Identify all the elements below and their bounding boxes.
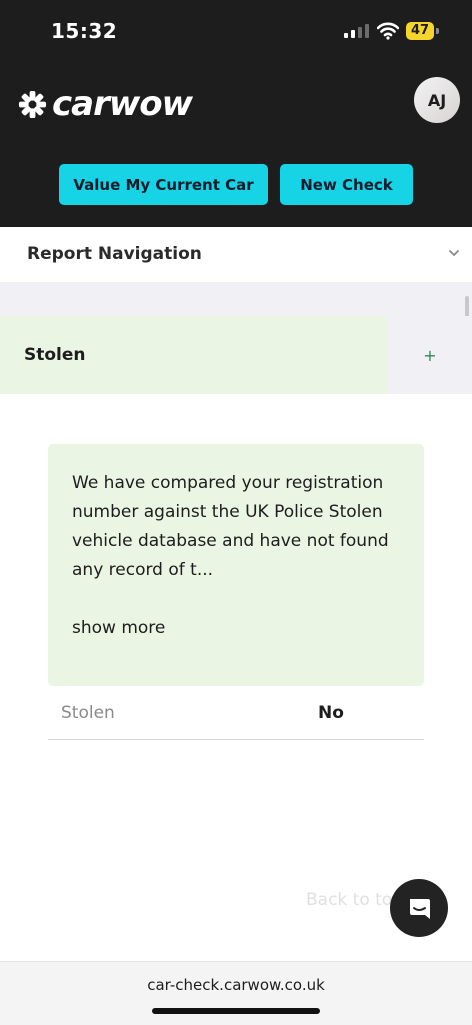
chat-launcher-button[interactable]: [390, 879, 448, 937]
chevron-down-icon: [449, 250, 459, 257]
stolen-result-value: No: [318, 703, 344, 723]
stolen-info-text: We have compared your registration numbe…: [72, 473, 389, 580]
home-indicator[interactable]: [152, 1008, 320, 1014]
battery-icon: 47: [406, 22, 439, 40]
value-my-car-button[interactable]: Value My Current Car: [59, 164, 268, 205]
cellular-signal-icon: [344, 24, 369, 38]
wifi-icon: [377, 22, 399, 40]
app-header: 15:32 47 carwow AJ Value My Current Car …: [0, 0, 472, 227]
stolen-result-label: Stolen: [61, 703, 115, 723]
back-to-top-link[interactable]: Back to top: [306, 890, 403, 910]
section-spacer: [0, 282, 472, 316]
status-time: 15:32: [51, 19, 118, 43]
browser-address-bar[interactable]: car-check.carwow.co.uk: [0, 961, 472, 1025]
user-avatar[interactable]: AJ: [414, 77, 460, 123]
report-navigation-label: Report Navigation: [27, 244, 202, 264]
logo-wordmark: carwow: [52, 84, 193, 124]
carwow-logo-mark-icon: [18, 90, 47, 118]
chat-icon: [410, 899, 430, 919]
carwow-logo[interactable]: carwow: [18, 84, 193, 124]
expand-toggle-icon[interactable]: +: [388, 316, 472, 394]
stolen-section-title: Stolen: [24, 345, 86, 365]
stolen-result-row: Stolen No: [48, 687, 424, 740]
report-navigation-dropdown[interactable]: Report Navigation: [0, 227, 472, 282]
stolen-info-box: We have compared your registration numbe…: [48, 444, 424, 686]
new-check-button[interactable]: New Check: [280, 164, 413, 205]
show-more-link[interactable]: show more: [72, 614, 165, 643]
battery-level: 47: [410, 23, 430, 38]
stolen-accordion-header[interactable]: Stolen: [0, 316, 388, 394]
url-text: car-check.carwow.co.uk: [147, 976, 325, 994]
stolen-accordion[interactable]: Stolen +: [0, 316, 472, 394]
